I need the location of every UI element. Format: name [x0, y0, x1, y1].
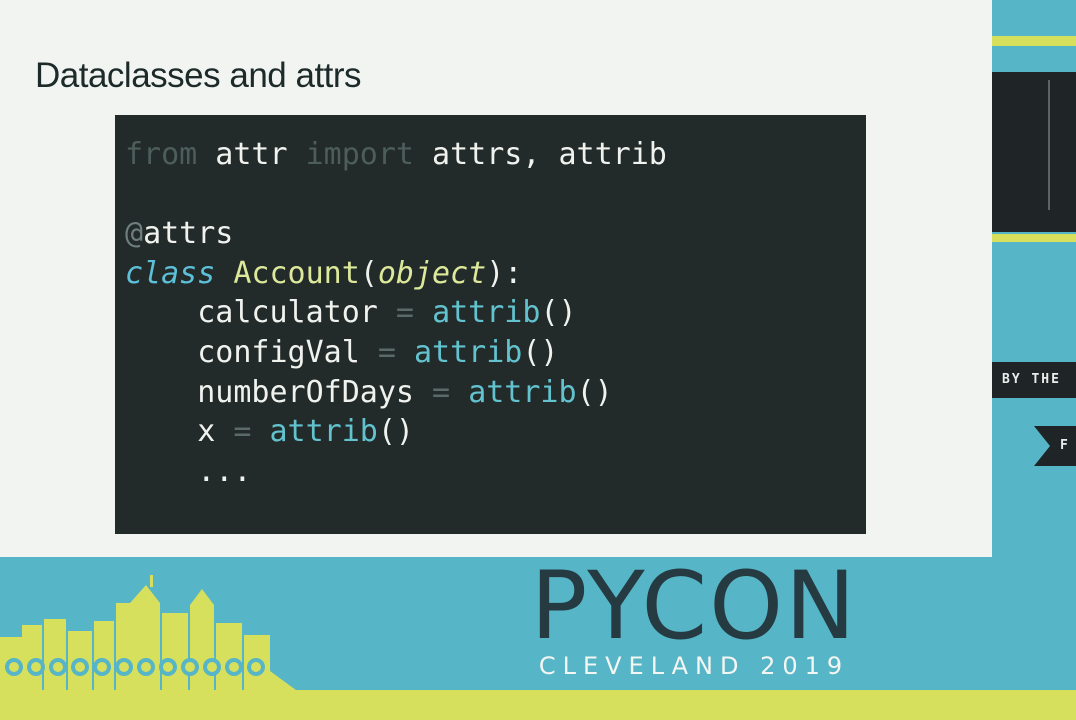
side-divider	[1048, 80, 1050, 210]
code-line-field: x = attrib()	[125, 414, 414, 449]
side-panel	[992, 72, 1076, 232]
call-name: attrib	[432, 295, 541, 331]
close-paren: ):	[486, 255, 523, 291]
call-parens: ()	[576, 374, 613, 410]
call-parens: ()	[540, 295, 577, 331]
slide-title: Dataclasses and attrs	[35, 56, 362, 95]
code-line-import: from attr import attrs, attrib	[125, 137, 667, 172]
code-line-field: numberOfDays = attrib()	[125, 374, 613, 410]
call-parens: ()	[377, 414, 414, 450]
event-subtitle: CLEVELAND 2019	[538, 652, 850, 680]
side-accent-stripe	[992, 36, 1076, 46]
call-name: attrib	[468, 374, 577, 410]
side-tag: BY THE	[992, 362, 1076, 398]
assign-op: =	[377, 295, 433, 331]
assign-op: =	[359, 334, 414, 370]
base-class: object	[377, 255, 487, 291]
call-parens: ()	[522, 334, 559, 370]
assign-op: =	[215, 414, 270, 450]
field-name: configVal	[197, 334, 360, 370]
code-line-class: class Account(object):	[125, 256, 522, 291]
code-line-decorator: @attrs	[125, 216, 233, 251]
keyword-from: from	[125, 137, 198, 172]
module-name: attr	[197, 137, 306, 172]
slide: Dataclasses and attrs from attr import a…	[0, 0, 992, 557]
field-name: numberOfDays	[197, 374, 414, 410]
keyword-import: import	[305, 137, 414, 172]
field-name: calculator	[197, 295, 378, 331]
decorator-name: attrs	[143, 216, 234, 252]
cleveland-skyline-icon	[0, 575, 300, 695]
imported-names: attrs, attrib	[414, 137, 667, 172]
field-name: x	[197, 414, 216, 450]
pycon-logo: PYCON	[530, 566, 858, 648]
keyword-class: class	[125, 255, 216, 291]
side-accent-stripe	[992, 234, 1076, 242]
call-name: attrib	[414, 334, 523, 370]
class-name: Account	[233, 255, 360, 291]
side-ribbon-tag: F	[1034, 426, 1076, 466]
decorator-at: @	[125, 216, 144, 252]
open-paren: (	[359, 255, 378, 291]
assign-op: =	[414, 374, 469, 410]
code-line-field: calculator = attrib()	[125, 295, 577, 331]
call-name: attrib	[269, 414, 378, 450]
code-line-field: configVal = attrib()	[125, 334, 559, 370]
code-listing: from attr import attrs, attrib @attrs cl…	[125, 135, 667, 491]
code-block: from attr import attrs, attrib @attrs cl…	[115, 115, 866, 534]
code-ellipsis: ...	[125, 453, 252, 489]
